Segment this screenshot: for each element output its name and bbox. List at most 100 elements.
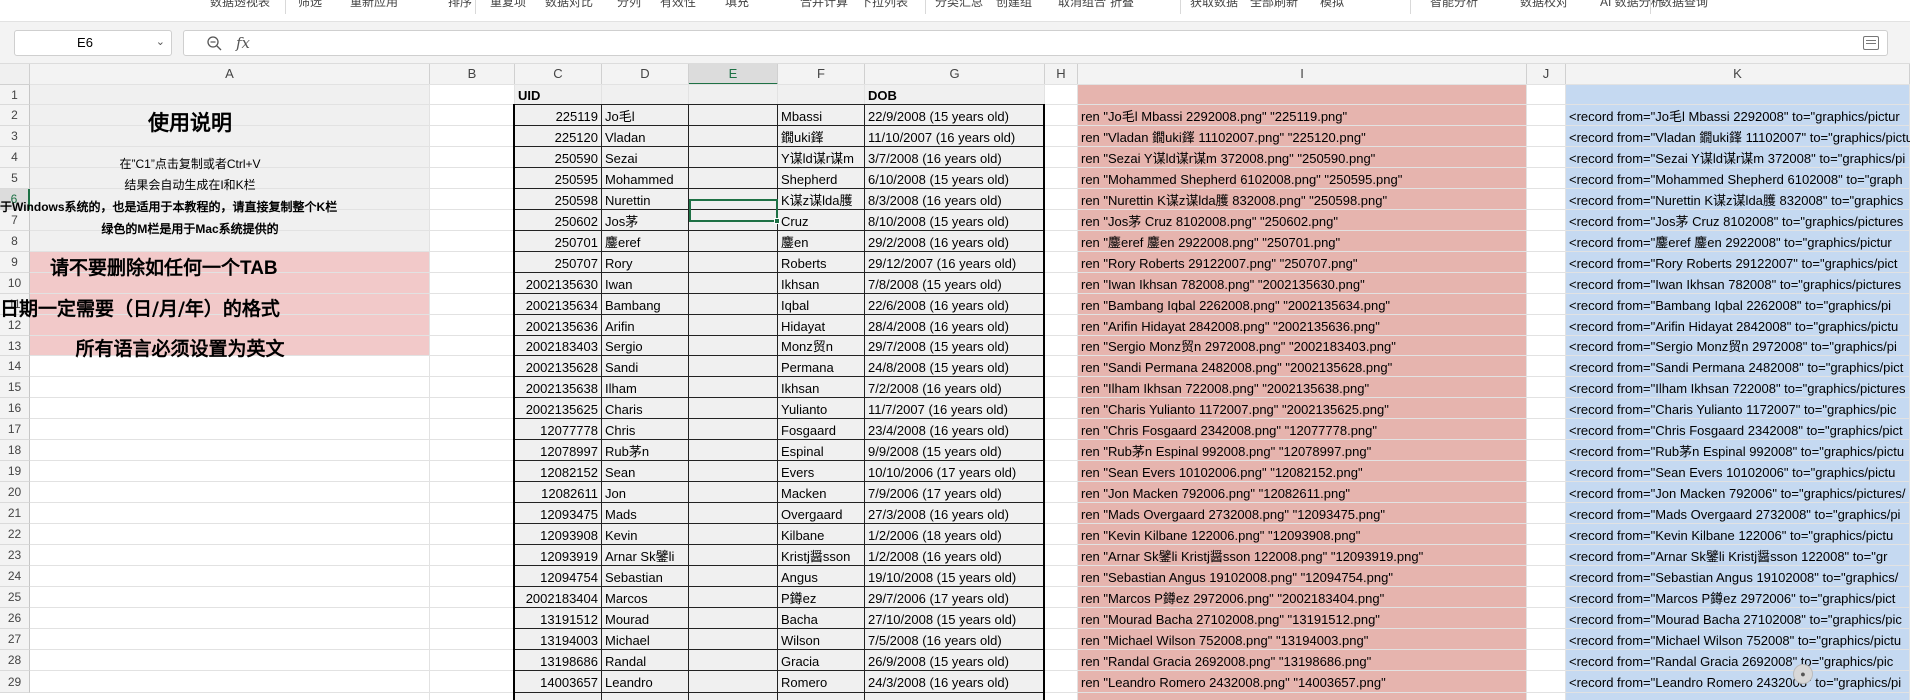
ren-command-cell[interactable]: ren "Mads Overgaard 2732008.png" "120934… xyxy=(1078,503,1527,524)
first-name-cell[interactable]: Randal xyxy=(602,650,689,671)
ribbon-item[interactable]: 模拟 xyxy=(1320,0,1344,10)
uid-cell[interactable]: 2002135636 xyxy=(515,315,602,336)
uid-cell[interactable]: 14003657 xyxy=(515,671,602,693)
first-name-cell[interactable]: 鏖eref xyxy=(602,231,689,252)
dob-cell[interactable]: 27/10/2008 (15 years old) xyxy=(865,608,1045,629)
uid-cell[interactable]: 12078997 xyxy=(515,440,602,461)
ribbon-item[interactable]: 有效性 xyxy=(660,0,696,10)
last-name-cell[interactable]: Fosgaard xyxy=(778,419,865,440)
dob-cell[interactable]: 24/8/2008 (15 years old) xyxy=(865,356,1045,377)
first-name-cell[interactable]: Kevin xyxy=(602,524,689,545)
last-name-cell[interactable]: Ikhsan xyxy=(778,273,865,294)
uid-cell[interactable]: 12093908 xyxy=(515,524,602,545)
fill-handle[interactable] xyxy=(774,218,780,224)
last-name-cell[interactable]: Angus xyxy=(778,566,865,587)
dob-cell[interactable]: 11/7/2007 (16 years old) xyxy=(865,398,1045,419)
record-xml-cell[interactable]: <record from="Mads Overgaard 2732008" to… xyxy=(1566,503,1910,524)
ribbon-item[interactable]: 创建组 xyxy=(996,0,1032,10)
function-icon[interactable]: fx xyxy=(236,34,250,52)
dob-cell[interactable]: 1/2/2008 (16 years old) xyxy=(865,545,1045,566)
record-xml-cell[interactable]: <record from="鏖eref 鏖en 2922008" to="gra… xyxy=(1566,231,1910,252)
ribbon-item[interactable]: 数据校对 xyxy=(1520,0,1568,10)
ribbon-item[interactable]: 数据透视表 xyxy=(210,0,270,10)
record-xml-cell[interactable]: <record from="Jo毛l Mbassi 2292008" to="g… xyxy=(1566,105,1910,126)
ren-command-cell[interactable]: ren "Chris Fosgaard 2342008.png" "120777… xyxy=(1078,419,1527,440)
formula-input[interactable] xyxy=(266,31,1866,55)
ribbon-item[interactable]: AI 数据分析 xyxy=(1600,0,1663,10)
first-name-cell[interactable]: Sebastian xyxy=(602,566,689,587)
dob-cell[interactable]: 26/9/2008 (15 years old) xyxy=(865,650,1045,671)
uid-cell[interactable]: 2002135638 xyxy=(515,377,602,398)
first-name-cell[interactable]: Chris xyxy=(602,419,689,440)
name-box[interactable]: E6 ⌄ xyxy=(14,30,172,56)
uid-header[interactable]: UID xyxy=(515,85,602,105)
uid-cell[interactable]: 13194003 xyxy=(515,629,602,650)
ren-command-cell[interactable]: ren "Jos茅 Cruz 8102008.png" "250602.png" xyxy=(1078,210,1527,231)
first-name-cell[interactable]: Nurettin xyxy=(602,189,689,210)
ren-command-cell[interactable]: ren "Rub茅n Espinal 992008.png" "12078997… xyxy=(1078,440,1527,461)
ribbon-item[interactable]: 合并计算 xyxy=(800,0,848,10)
dob-cell[interactable]: 1/2/2006 (18 years old) xyxy=(865,524,1045,545)
first-name-cell[interactable]: Charis xyxy=(602,398,689,419)
dob-cell[interactable]: 24/3/2008 (16 years old) xyxy=(865,671,1045,693)
ribbon-item[interactable]: 重复项 xyxy=(490,0,526,10)
last-name-cell[interactable]: Wilson xyxy=(778,629,865,650)
uid-cell[interactable]: 12093475 xyxy=(515,503,602,524)
ren-command-cell[interactable]: ren "Arnar Sk鐾li Kristj醤sson 122008.png"… xyxy=(1078,545,1527,566)
uid-cell[interactable]: 13198686 xyxy=(515,650,602,671)
uid-cell[interactable]: 2002135625 xyxy=(515,398,602,419)
ren-command-cell[interactable]: ren "Randal Gracia 2692008.png" "1319868… xyxy=(1078,650,1527,671)
ren-command-cell[interactable]: ren "Mourad Bacha 27102008.png" "1319151… xyxy=(1078,608,1527,629)
last-name-cell[interactable]: Cruz xyxy=(778,210,865,231)
record-xml-cell[interactable]: <record from="Rub茅n Espinal 992008" to="… xyxy=(1566,440,1910,461)
record-xml-cell[interactable]: <record from="Sean Evers 10102006" to="g… xyxy=(1566,461,1910,482)
record-xml-cell[interactable]: <record from="Ilham Ikhsan 722008" to="g… xyxy=(1566,377,1910,398)
dob-cell[interactable]: 8/10/2008 (15 years old) xyxy=(865,210,1045,231)
first-name-cell[interactable]: Rub茅n xyxy=(602,440,689,461)
record-xml-cell[interactable]: <record from="Iwan Ikhsan 782008" to="gr… xyxy=(1566,273,1910,294)
dob-cell[interactable]: 3/7/2008 (16 years old) xyxy=(865,147,1045,168)
record-xml-cell[interactable]: <record from="Marcos P鐏ez 2972006" to="g… xyxy=(1566,587,1910,608)
last-name-cell[interactable]: P鐏ez xyxy=(778,587,865,608)
uid-cell[interactable]: 2002135630 xyxy=(515,273,602,294)
column-header-b[interactable]: B xyxy=(430,64,515,85)
last-name-cell[interactable]: 鏖en xyxy=(778,231,865,252)
dob-cell[interactable]: 9/9/2008 (15 years old) xyxy=(865,440,1045,461)
record-xml-cell[interactable]: <record from="Sezai Y谋ld谋r谋m 372008" to=… xyxy=(1566,147,1910,168)
column-header-a[interactable]: A xyxy=(30,64,430,85)
last-name-cell[interactable]: Ikhsan xyxy=(778,377,865,398)
select-all-corner[interactable] xyxy=(0,64,30,85)
record-xml-cell[interactable]: <record from="Nurettin K谋z谋lda臒 832008" … xyxy=(1566,189,1910,210)
record-xml-cell[interactable]: <record from="Sebastian Angus 19102008" … xyxy=(1566,566,1910,587)
first-name-cell[interactable]: Arnar Sk鐾li xyxy=(602,545,689,566)
last-name-cell[interactable]: Mbassi xyxy=(778,105,865,126)
first-name-cell[interactable]: Vladan xyxy=(602,126,689,147)
last-name-cell[interactable]: Permana xyxy=(778,356,865,377)
ren-command-cell[interactable]: ren "鏖eref 鏖en 2922008.png" "250701.png" xyxy=(1078,231,1527,252)
ren-command-cell[interactable]: ren "Sandi Permana 2482008.png" "2002135… xyxy=(1078,356,1527,377)
last-name-cell[interactable]: Gracia xyxy=(778,650,865,671)
last-name-cell[interactable]: Espinal xyxy=(778,440,865,461)
zoom-icon[interactable] xyxy=(206,35,222,51)
uid-cell[interactable]: 250707 xyxy=(515,252,602,273)
ribbon-item[interactable]: 取消组合 xyxy=(1058,0,1106,10)
uid-cell[interactable]: 12093919 xyxy=(515,545,602,566)
first-name-cell[interactable]: Sandi xyxy=(602,356,689,377)
active-cell-selection[interactable] xyxy=(689,199,780,224)
first-name-cell[interactable]: Leandro xyxy=(602,671,689,693)
last-name-cell[interactable]: Kilbane xyxy=(778,524,865,545)
last-name-cell[interactable]: 鐗uki鎽 xyxy=(778,126,865,147)
ren-command-cell[interactable]: ren "Sean Evers 10102006.png" "12082152.… xyxy=(1078,461,1527,482)
ren-command-cell[interactable]: ren "Jon Macken 792006.png" "12082611.pn… xyxy=(1078,482,1527,503)
ren-command-cell[interactable]: ren "Sezai Y谋ld谋r谋m 372008.png" "250590.… xyxy=(1078,147,1527,168)
first-name-cell[interactable]: Sean xyxy=(602,461,689,482)
ren-command-cell[interactable]: ren "Marcos P鐏ez 2972006.png" "200218340… xyxy=(1078,587,1527,608)
last-name-cell[interactable]: Bacha xyxy=(778,608,865,629)
first-name-cell[interactable]: Mourad xyxy=(602,608,689,629)
uid-cell[interactable]: 225120 xyxy=(515,126,602,147)
last-name-cell[interactable]: Macken xyxy=(778,482,865,503)
record-xml-cell[interactable]: <record from="Charis Yulianto 1172007" t… xyxy=(1566,398,1910,419)
uid-cell[interactable]: 2002183404 xyxy=(515,587,602,608)
uid-cell[interactable]: 12077778 xyxy=(515,419,602,440)
ren-command-cell[interactable]: ren "Arifin Hidayat 2842008.png" "200213… xyxy=(1078,315,1527,336)
